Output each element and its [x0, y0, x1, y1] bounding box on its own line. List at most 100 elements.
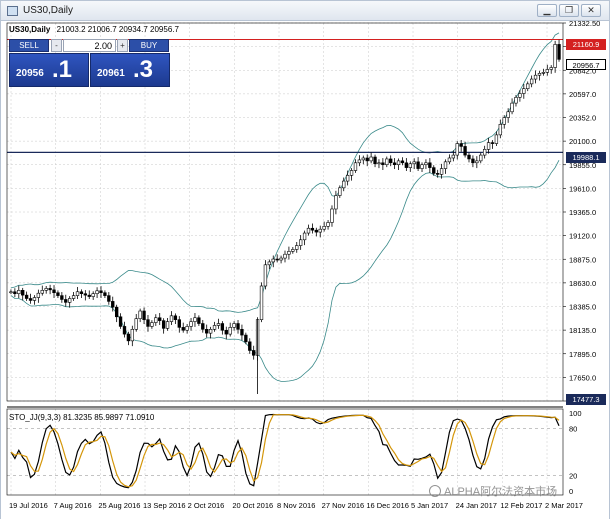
- candle-body: [48, 288, 52, 291]
- title-bar: US30,Daily ▁ ❐ ✕: [1, 1, 609, 21]
- candle-body: [298, 239, 303, 246]
- candle-body: [150, 322, 154, 327]
- candle-body: [263, 264, 268, 287]
- candle-body: [392, 162, 397, 166]
- x-tick-label: 24 Jan 2017: [456, 501, 497, 510]
- candle-body: [436, 173, 440, 175]
- candle-body: [326, 222, 330, 227]
- candle-body: [432, 167, 436, 174]
- candle-body: [216, 323, 221, 326]
- candle-body: [267, 261, 272, 266]
- candle-body: [44, 288, 48, 291]
- candle-body: [314, 229, 318, 233]
- candle-body: [463, 146, 467, 156]
- lot-size-input[interactable]: [63, 39, 116, 52]
- candle-body: [201, 323, 205, 330]
- bollinger-lower-band: [10, 160, 560, 382]
- candle-body: [252, 350, 256, 356]
- symbol-info: US30,Daily 21003.2 21006.7 20934.7 20956…: [9, 25, 179, 34]
- x-tick-label: 27 Nov 2016: [322, 501, 365, 510]
- candle-body: [83, 293, 88, 296]
- x-tick-label: 2 Mar 2017: [545, 501, 583, 510]
- candle-body: [193, 317, 197, 322]
- candle-body: [17, 290, 21, 294]
- candle-body: [32, 297, 37, 301]
- y-tick-label: 18135.0: [569, 326, 596, 335]
- candle-body: [142, 310, 146, 320]
- candle-body: [455, 143, 459, 156]
- candle-body: [353, 162, 358, 171]
- candle-body: [130, 328, 134, 342]
- candle-body: [345, 175, 350, 182]
- candle-body: [338, 187, 342, 196]
- candle-body: [330, 208, 334, 223]
- red-level-tag: 21160.9: [566, 39, 606, 50]
- current-price-tag: 20956.7: [566, 59, 606, 70]
- candle-body: [248, 341, 252, 351]
- candle-body: [146, 319, 150, 327]
- candle-body: [208, 328, 213, 334]
- candle-body: [283, 253, 287, 259]
- candle-body: [510, 102, 514, 113]
- x-tick-label: 7 Aug 2016: [54, 501, 92, 510]
- candle-body: [381, 162, 385, 166]
- y-tick-label: 18875.0: [569, 255, 596, 264]
- candle-body: [365, 157, 369, 162]
- candle-body: [412, 161, 416, 165]
- candle-body: [482, 149, 487, 156]
- candle-body: [114, 306, 119, 318]
- price-chart[interactable]: 21332.5021087.020842.020597.020352.02010…: [1, 21, 609, 519]
- buy-button[interactable]: BUY: [129, 39, 169, 52]
- buy-price-pips: .3: [133, 56, 154, 83]
- sell-button[interactable]: SELL: [9, 39, 49, 52]
- candle-body: [553, 44, 557, 68]
- candle-body: [451, 154, 456, 159]
- candle-body: [291, 249, 295, 252]
- candle-body: [169, 315, 174, 322]
- candle-body: [416, 161, 420, 169]
- osc-tick-label: 100: [569, 409, 582, 418]
- y-tick-label: 18385.0: [569, 303, 596, 312]
- restore-button[interactable]: ❐: [559, 4, 579, 17]
- candle-body: [185, 326, 189, 331]
- oscillator-label: STO_JJ(9,3,3) 81.3235 85.9897 71.0910: [9, 413, 155, 422]
- candle-body: [322, 226, 326, 230]
- candle-body: [408, 163, 412, 168]
- candle-body: [389, 158, 393, 164]
- candle-body: [342, 180, 346, 189]
- lot-decrease-button[interactable]: -: [51, 39, 62, 52]
- candle-body: [107, 295, 111, 302]
- candle-body: [318, 228, 322, 233]
- buy-price-box[interactable]: 20961 .3: [90, 53, 170, 87]
- candle-body: [259, 285, 264, 320]
- chart-window: US30,Daily ▁ ❐ ✕ 21332.5021087.020842.02…: [0, 0, 610, 519]
- y-tick-label: 19120.0: [569, 232, 596, 241]
- candle-body: [522, 88, 526, 94]
- candle-body: [549, 67, 553, 70]
- candle-body: [68, 298, 72, 303]
- candle-body: [154, 317, 158, 323]
- candle-body: [518, 93, 522, 98]
- candle-body: [158, 317, 162, 321]
- watermark-text: ALPHA阿尔法资本市场: [444, 486, 558, 498]
- minimize-button[interactable]: ▁: [537, 4, 557, 17]
- candle-body: [91, 293, 95, 297]
- candle-body: [369, 156, 373, 162]
- candle-body: [111, 301, 115, 308]
- y-tick-label: 19365.0: [569, 208, 596, 217]
- stochastic-signal-line: [10, 414, 560, 488]
- candle-body: [447, 157, 452, 163]
- lot-increase-button[interactable]: +: [117, 39, 128, 52]
- candle-body: [138, 310, 142, 320]
- candle-body: [165, 321, 170, 329]
- close-button[interactable]: ✕: [581, 4, 601, 17]
- candle-body: [334, 195, 338, 210]
- x-tick-label: 16 Dec 2016: [366, 501, 409, 510]
- sell-price-main: 20956: [16, 68, 44, 79]
- candle-body: [428, 162, 432, 168]
- chart-area[interactable]: 21332.5021087.020842.020597.020352.02010…: [1, 21, 609, 519]
- low-level-tag: 17477.3: [566, 394, 606, 405]
- sell-price-box[interactable]: 20956 .1: [9, 53, 89, 87]
- candle-body: [71, 295, 76, 299]
- candle-body: [134, 318, 138, 330]
